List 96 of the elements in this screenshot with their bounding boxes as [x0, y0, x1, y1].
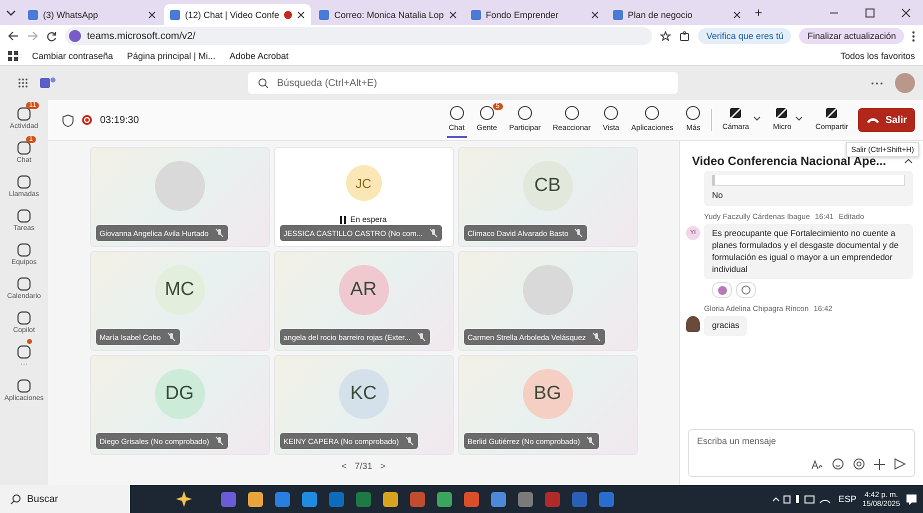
taskbar-app-icon[interactable] — [464, 492, 479, 506]
bookmark-folder[interactable]: Todos los favoritos — [840, 51, 915, 61]
chevron-up-icon[interactable] — [904, 158, 913, 164]
bookmark-link[interactable]: Página principal | Mi... — [127, 51, 216, 61]
star-icon[interactable] — [660, 30, 672, 42]
taskbar-app-icon[interactable] — [491, 492, 506, 506]
leave-button[interactable]: Salir — [858, 108, 915, 132]
menu-icon[interactable] — [912, 30, 915, 42]
notification-icon[interactable] — [906, 494, 917, 504]
add-reaction-icon — [741, 285, 751, 296]
recording-icon — [284, 10, 292, 18]
muted-mic-icon — [166, 332, 176, 342]
address-bar[interactable]: teams.microsoft.com/v2/ — [65, 27, 652, 45]
browser-tab[interactable]: Fondo Emprender — [464, 4, 605, 25]
add-reaction-button[interactable] — [736, 282, 756, 298]
muted-mic-icon — [215, 436, 224, 446]
close-icon[interactable] — [297, 10, 306, 18]
recording-icon — [82, 115, 92, 125]
reaction-button[interactable] — [712, 282, 732, 298]
search-field[interactable]: Búsqueda (Ctrl+Alt+E) — [248, 72, 678, 94]
taskbar-app-icon[interactable] — [383, 492, 398, 506]
next-page-button[interactable]: > — [380, 461, 386, 471]
close-icon[interactable] — [448, 10, 457, 18]
site-icon — [612, 10, 623, 20]
language-indicator[interactable]: ESP — [838, 494, 856, 504]
chat-title: Video Conferencia Nacional Ape... — [692, 154, 886, 168]
camera-off-icon — [728, 106, 744, 120]
close-icon[interactable] — [148, 10, 156, 18]
initials-avatar: DG — [154, 369, 204, 419]
sparkle-icon — [176, 491, 192, 507]
initials-avatar: JC — [346, 165, 382, 201]
muted-mic-icon — [586, 436, 596, 446]
muted-mic-icon — [574, 228, 584, 238]
message-bubble: gracias — [704, 316, 748, 336]
initials-avatar: MC — [154, 265, 204, 315]
taskbar-app-icon[interactable] — [221, 492, 236, 506]
teams-logo-icon — [40, 76, 56, 90]
initials-avatar: CB — [522, 161, 572, 211]
reload-icon[interactable] — [46, 30, 57, 42]
muted-mic-icon — [428, 228, 438, 238]
taskbar-app-icon[interactable] — [248, 492, 263, 506]
page-indicator: 7/31 — [354, 461, 372, 471]
taskbar-app-icon[interactable] — [437, 492, 452, 506]
message-bubble: No — [704, 171, 913, 206]
taskbar-app-icon[interactable] — [599, 492, 614, 506]
close-icon[interactable] — [901, 8, 911, 18]
site-icon — [470, 10, 481, 20]
meeting-timer: 03:19:30 — [100, 114, 139, 126]
taskbar-app-icon[interactable] — [410, 492, 425, 506]
message-bubble: Es preocupante que Fortalecimiento no cuente a planes formulados y el desgaste documental y de formulación es igual o mayor a un emprendedor individual — [704, 224, 913, 280]
maximize-icon[interactable] — [865, 8, 875, 18]
hang-up-icon — [866, 116, 880, 124]
initials-avatar: BG — [522, 369, 572, 419]
browser-tab[interactable]: Plan de negocio — [606, 4, 747, 25]
format-icon[interactable] — [811, 458, 823, 470]
taskbar-search[interactable]: Buscar — [0, 485, 130, 513]
muted-mic-icon — [416, 332, 426, 342]
verify-chip[interactable]: Verifica que eres tú — [698, 28, 792, 44]
bookmark-link[interactable]: Adobe Acrobat — [229, 51, 288, 61]
photo-placeholder — [686, 316, 700, 332]
send-icon[interactable] — [894, 458, 906, 470]
hold-status: En espera — [350, 215, 387, 224]
back-icon[interactable] — [8, 31, 19, 41]
muted-mic-icon — [592, 332, 601, 342]
site-icon — [319, 10, 330, 20]
app-launcher-icon[interactable] — [18, 78, 28, 88]
close-icon[interactable] — [590, 10, 599, 18]
previous-page-button[interactable]: < — [341, 461, 347, 471]
loop-icon[interactable] — [853, 458, 865, 470]
site-icon — [170, 10, 180, 20]
muted-mic-icon — [214, 228, 224, 238]
apps-icon[interactable] — [8, 51, 18, 61]
search-icon — [10, 494, 21, 504]
muted-mic-icon — [404, 436, 414, 446]
close-icon[interactable] — [732, 10, 741, 18]
pause-icon — [340, 216, 346, 224]
search-icon — [258, 78, 269, 88]
system-tray-icons[interactable] — [772, 494, 832, 504]
shield-icon — [62, 114, 74, 126]
taskbar-app-icon[interactable] — [302, 492, 317, 506]
initials-avatar: KC — [338, 369, 388, 419]
site-icon — [28, 10, 38, 20]
update-button[interactable]: Finalizar actualización — [799, 28, 904, 44]
taskbar-app-icon[interactable] — [518, 492, 533, 506]
browser-tab[interactable]: (12) Chat | Video Confe — [164, 4, 312, 25]
caret-icon[interactable] — [753, 116, 762, 122]
emoji-icon[interactable] — [832, 458, 844, 470]
browser-tab[interactable]: (3) WhatsApp — [22, 4, 162, 25]
taskbar-app-icon[interactable] — [275, 492, 290, 506]
browser-tab[interactable]: Correo: Monica Natalia Lop — [313, 4, 463, 25]
new-tab-button[interactable]: + — [748, 5, 768, 20]
initials-avatar: AR — [338, 265, 388, 315]
bookmark-link[interactable]: Cambiar contraseña — [32, 51, 114, 61]
caret-icon[interactable] — [6, 8, 16, 16]
caret-icon[interactable] — [795, 116, 804, 122]
message-input[interactable]: Escriba un mensaje — [688, 429, 915, 477]
